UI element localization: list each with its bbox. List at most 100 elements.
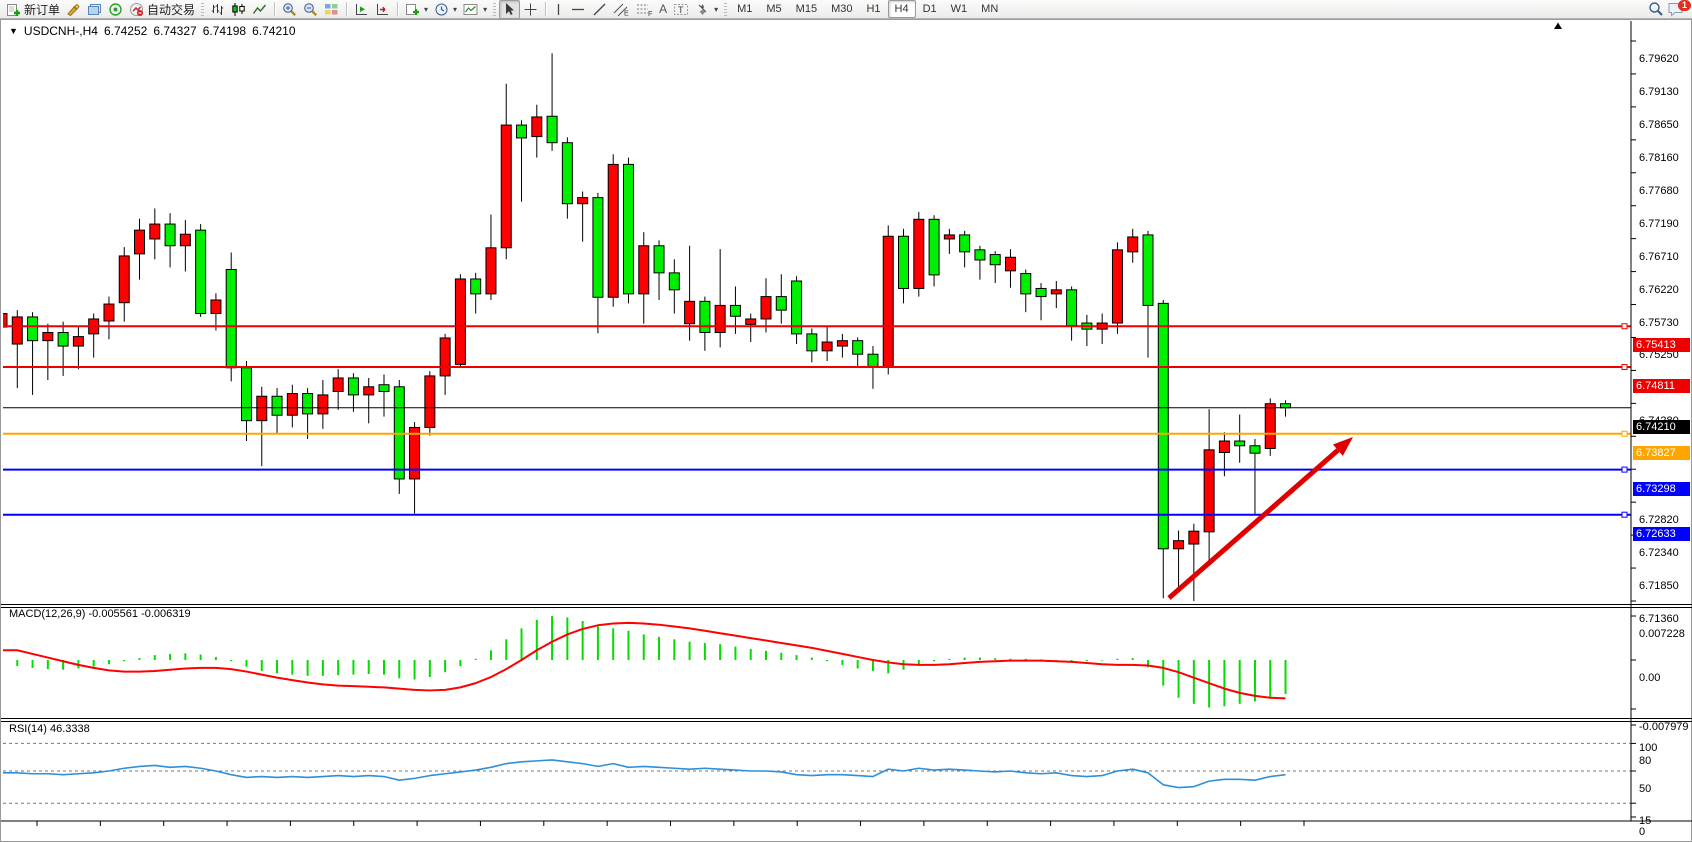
line-chart-button[interactable]: [249, 1, 270, 18]
shapes-tool[interactable]: ▾: [692, 1, 721, 18]
price-level-badge: 6.73298: [1633, 482, 1690, 496]
line-chart-icon: [252, 2, 267, 17]
tab-timeframe-m15[interactable]: M15: [789, 0, 824, 18]
new-order-button[interactable]: 新订单: [3, 1, 63, 18]
trendline-tool[interactable]: [589, 1, 610, 18]
cursor-tool-button[interactable]: [499, 0, 520, 19]
dropdown-arrow-icon: ▾: [714, 5, 718, 14]
toolbar-grip: [201, 3, 204, 16]
candlestick-button[interactable]: [228, 1, 249, 18]
search-icon: [1648, 1, 1664, 17]
price-tick-label: 6.78160: [1639, 152, 1679, 164]
rsi-value: 46.3338: [50, 723, 90, 735]
price-tick-label: 6.71360: [1639, 613, 1679, 625]
price-level-badge: 6.75413: [1633, 338, 1690, 352]
new-chart-button[interactable]: ▾: [402, 1, 431, 18]
svg-text:T: T: [678, 5, 684, 15]
horizontal-line-icon: [570, 2, 586, 17]
rsi-tick-label: 80: [1639, 755, 1651, 767]
price-tick-label: 6.77680: [1639, 185, 1679, 197]
tab-timeframe-h1[interactable]: H1: [859, 0, 887, 18]
tab-timeframe-m1[interactable]: M1: [730, 0, 759, 18]
tab-timeframe-mn[interactable]: MN: [974, 0, 1005, 18]
price-tick-label: 6.75730: [1639, 317, 1679, 329]
toolbar-separator: [346, 2, 347, 16]
market-watch-button[interactable]: [105, 1, 126, 18]
cursor-icon: [503, 2, 516, 16]
horizontal-line-tool[interactable]: [567, 1, 589, 18]
tile-windows-button[interactable]: [321, 1, 342, 18]
candlestick-icon: [231, 2, 246, 17]
chart-window: ▼ USDCNH-,H4 6.74252 6.74327 6.74198 6.7…: [0, 19, 1692, 842]
price-tick-label: 6.77190: [1639, 218, 1679, 230]
tile-windows-icon: [324, 2, 339, 17]
text-tool[interactable]: A: [656, 1, 670, 18]
price-level-badge: 6.74811: [1633, 379, 1690, 393]
crosshair-icon: [523, 2, 538, 17]
price-tick-label: 6.76710: [1639, 251, 1679, 263]
macd-tick-label: 0.007228: [1639, 628, 1685, 640]
new-order-label: 新订单: [24, 1, 60, 18]
price-level-badge: 6.74210: [1633, 420, 1690, 434]
dropdown-arrow-icon: ▾: [453, 5, 457, 14]
chart-open-value: 6.74252: [104, 24, 147, 38]
templates-button[interactable]: ▾: [460, 1, 490, 18]
rsi-name: RSI(14): [9, 723, 47, 735]
vertical-line-tool[interactable]: [550, 1, 567, 18]
text-label-tool[interactable]: T: [670, 1, 692, 18]
price-tick-label: 6.72340: [1639, 547, 1679, 559]
trendline-icon: [592, 2, 607, 17]
rsi-tick-label: 0: [1639, 826, 1645, 838]
vertical-line-icon: [553, 2, 564, 17]
price-tick-label: 6.79620: [1639, 53, 1679, 65]
equidistant-channel-tool[interactable]: E: [610, 1, 633, 18]
auto-scroll-button[interactable]: [372, 1, 393, 18]
tab-timeframe-m30[interactable]: M30: [824, 0, 859, 18]
radar-icon: [108, 2, 123, 17]
chart-close-value: 6.74210: [252, 24, 295, 38]
tab-timeframe-w1[interactable]: W1: [944, 0, 975, 18]
periods-button[interactable]: ▾: [431, 1, 460, 18]
dropdown-arrow-icon: ▾: [483, 5, 487, 14]
chart-high-value: 6.74327: [153, 24, 196, 38]
price-tick-label: 6.76220: [1639, 284, 1679, 296]
tab-timeframe-h4[interactable]: H4: [888, 0, 916, 18]
dropdown-arrow-icon: ▾: [424, 5, 428, 14]
notifications-button[interactable]: 1: [1667, 1, 1689, 18]
new-order-icon: [6, 2, 21, 17]
macd-tick-label: 0.00: [1639, 672, 1660, 684]
search-button[interactable]: [1645, 1, 1667, 18]
auto-trading-label: 自动交易: [147, 1, 195, 18]
shapes-icon: [695, 2, 710, 17]
auto-trading-button[interactable]: 自动交易: [126, 1, 198, 18]
chart-canvas[interactable]: [1, 20, 1692, 842]
macd-values: -0.005561 -0.006319: [88, 608, 190, 620]
template-icon: [463, 2, 479, 17]
brush-icon: [66, 2, 81, 17]
crosshair-tool-button[interactable]: [520, 1, 541, 18]
tab-timeframe-m5[interactable]: M5: [759, 0, 788, 18]
channel-icon: E: [613, 2, 630, 17]
chart-menu-icon[interactable]: ▼: [9, 26, 18, 36]
tab-timeframe-d1[interactable]: D1: [916, 0, 944, 18]
price-tick-label: 6.78650: [1639, 119, 1679, 131]
svg-text:F: F: [648, 11, 652, 17]
toolbar-separator: [397, 2, 398, 16]
zoom-in-button[interactable]: [279, 1, 300, 18]
chart-low-value: 6.74198: [203, 24, 246, 38]
styler-button[interactable]: [63, 1, 84, 18]
fibonacci-icon: F: [636, 2, 653, 17]
zoom-out-button[interactable]: [300, 1, 321, 18]
macd-name: MACD(12,26,9): [9, 608, 85, 620]
price-level-badge: 6.73827: [1633, 446, 1690, 460]
clock-icon: [434, 2, 449, 17]
macd-tick-label: -0.007979: [1639, 721, 1689, 733]
macd-indicator-label: MACD(12,26,9) -0.005561 -0.006319: [9, 608, 191, 620]
profiles-button[interactable]: [84, 1, 105, 18]
svg-text:E: E: [624, 10, 629, 17]
text-tool-icon: A: [659, 2, 667, 16]
chart-shift-button[interactable]: [351, 1, 372, 18]
fibonacci-tool[interactable]: F: [633, 1, 656, 18]
price-tick-label: 6.72820: [1639, 514, 1679, 526]
bar-chart-button[interactable]: [207, 1, 228, 18]
